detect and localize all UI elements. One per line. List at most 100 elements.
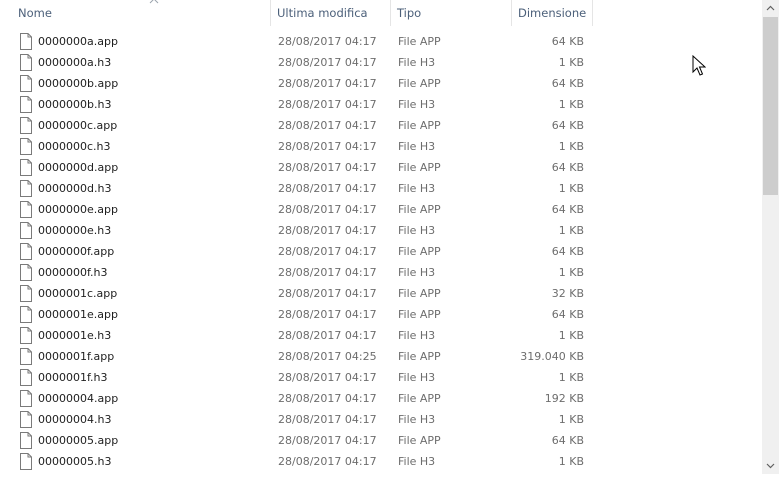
file-icon (19, 243, 33, 260)
file-icon (19, 180, 33, 197)
file-name: 0000000d.h3 (38, 182, 112, 195)
file-name: 0000000b.app (38, 77, 119, 90)
file-name: 0000000a.app (38, 35, 118, 48)
file-modified: 28/08/2017 04:25 (278, 350, 377, 363)
file-icon (19, 96, 33, 113)
file-size: 1 KB (558, 371, 584, 384)
file-name: 0000001e.h3 (38, 329, 112, 342)
file-row[interactable]: 0000000a.app 28/08/2017 04:17 File APP 64 K… (0, 31, 762, 52)
column-header-name-label: Nome (18, 6, 52, 20)
file-type: File H3 (398, 266, 436, 279)
scroll-up-arrow-icon[interactable] (762, 0, 779, 17)
file-type: File H3 (398, 140, 436, 153)
file-modified: 28/08/2017 04:17 (278, 161, 377, 174)
scroll-down-arrow-icon[interactable] (762, 457, 779, 474)
file-size: 64 KB (551, 119, 584, 132)
file-modified: 28/08/2017 04:17 (278, 35, 377, 48)
column-header-size[interactable]: Dimensione (512, 0, 593, 26)
file-name: 0000001f.app (38, 350, 115, 363)
file-size: 64 KB (551, 35, 584, 48)
file-type: File H3 (398, 329, 436, 342)
file-modified: 28/08/2017 04:17 (278, 119, 377, 132)
file-modified: 28/08/2017 04:17 (278, 140, 377, 153)
file-modified: 28/08/2017 04:17 (278, 371, 377, 384)
file-row[interactable]: 0000000b.app 28/08/2017 04:17 File APP 64 K… (0, 73, 762, 94)
vertical-scrollbar[interactable] (762, 0, 779, 474)
file-icon (19, 117, 33, 134)
column-header-type[interactable]: Tipo (391, 0, 512, 26)
scrollbar-thumb[interactable] (763, 17, 778, 195)
file-row[interactable]: 0000001e.h3 28/08/2017 04:17 File H3 1 KB (0, 325, 762, 346)
file-type: File APP (398, 287, 441, 300)
file-icon (19, 201, 33, 218)
file-row[interactable]: 00000004.app 28/08/2017 04:17 File APP 192 … (0, 388, 762, 409)
file-icon (19, 285, 33, 302)
file-modified: 28/08/2017 04:17 (278, 56, 377, 69)
file-type: File H3 (398, 413, 436, 426)
file-name: 00000005.h3 (38, 455, 112, 468)
file-row[interactable]: 00000005.app 28/08/2017 04:17 File APP 64 K… (0, 430, 762, 451)
file-size: 1 KB (558, 182, 584, 195)
file-type: File APP (398, 161, 441, 174)
file-name: 0000000b.h3 (38, 98, 112, 111)
column-header-modified-label: Ultima modifica (277, 6, 368, 20)
file-type: File APP (398, 35, 441, 48)
file-name: 0000000a.h3 (38, 56, 112, 69)
file-modified: 28/08/2017 04:17 (278, 77, 377, 90)
file-row[interactable]: 0000001f.h3 28/08/2017 04:17 File H3 1 KB (0, 367, 762, 388)
column-header-name[interactable]: Nome (12, 0, 271, 26)
file-modified: 28/08/2017 04:17 (278, 329, 377, 342)
file-row[interactable]: 0000000c.app 28/08/2017 04:17 File APP 64 K… (0, 115, 762, 136)
file-modified: 28/08/2017 04:17 (278, 434, 377, 447)
file-icon (19, 33, 33, 50)
file-type: File APP (398, 119, 441, 132)
file-type: File H3 (398, 224, 436, 237)
file-row[interactable]: 0000000e.h3 28/08/2017 04:17 File H3 1 KB (0, 220, 762, 241)
file-size: 64 KB (551, 77, 584, 90)
column-header-modified[interactable]: Ultima modifica (271, 0, 391, 26)
file-size: 1 KB (558, 266, 584, 279)
file-icon (19, 327, 33, 344)
file-modified: 28/08/2017 04:17 (278, 413, 377, 426)
file-name: 0000000c.app (38, 119, 118, 132)
file-row[interactable]: 0000001f.app 28/08/2017 04:25 File APP 319.… (0, 346, 762, 367)
file-row[interactable]: 0000000d.h3 28/08/2017 04:17 File H3 1 KB (0, 178, 762, 199)
file-modified: 28/08/2017 04:17 (278, 455, 377, 468)
file-type: File H3 (398, 455, 436, 468)
file-size: 1 KB (558, 98, 584, 111)
file-icon (19, 222, 33, 239)
file-type: File H3 (398, 182, 436, 195)
file-size: 1 KB (558, 455, 584, 468)
file-type: File H3 (398, 56, 436, 69)
file-icon (19, 348, 33, 365)
file-type: File APP (398, 245, 441, 258)
column-header-type-label: Tipo (397, 6, 422, 20)
file-icon (19, 264, 33, 281)
file-row[interactable]: 0000001e.app 28/08/2017 04:17 File APP 64 K… (0, 304, 762, 325)
file-modified: 28/08/2017 04:17 (278, 287, 377, 300)
file-modified: 28/08/2017 04:17 (278, 392, 377, 405)
file-modified: 28/08/2017 04:17 (278, 308, 377, 321)
file-size: 64 KB (551, 308, 584, 321)
file-row[interactable]: 0000000b.h3 28/08/2017 04:17 File H3 1 KB (0, 94, 762, 115)
file-row[interactable]: 0000001c.app 28/08/2017 04:17 File APP 32 K… (0, 283, 762, 304)
file-name: 0000000f.h3 (38, 266, 108, 279)
file-icon (19, 432, 33, 449)
file-size: 1 KB (558, 56, 584, 69)
file-type: File APP (398, 203, 441, 216)
file-row[interactable]: 0000000e.app 28/08/2017 04:17 File APP 64 K… (0, 199, 762, 220)
file-row[interactable]: 0000000d.app 28/08/2017 04:17 File APP 64 K… (0, 157, 762, 178)
file-row[interactable]: 00000005.h3 28/08/2017 04:17 File H3 1 KB (0, 451, 762, 472)
mouse-pointer-icon (692, 55, 706, 76)
sort-ascending-icon (149, 0, 159, 4)
file-row[interactable]: 0000000c.h3 28/08/2017 04:17 File H3 1 KB (0, 136, 762, 157)
file-row[interactable]: 0000000a.h3 28/08/2017 04:17 File H3 1 KB (0, 52, 762, 73)
file-type: File H3 (398, 98, 436, 111)
file-size: 64 KB (551, 161, 584, 174)
file-modified: 28/08/2017 04:17 (278, 98, 377, 111)
file-row[interactable]: 0000000f.h3 28/08/2017 04:17 File H3 1 KB (0, 262, 762, 283)
file-row[interactable]: 0000000f.app 28/08/2017 04:17 File APP 64 K… (0, 241, 762, 262)
file-name: 0000001e.app (38, 308, 118, 321)
file-row[interactable]: 00000004.h3 28/08/2017 04:17 File H3 1 KB (0, 409, 762, 430)
column-header-bar: Nome Ultima modifica Tipo Dimensione (0, 0, 762, 26)
